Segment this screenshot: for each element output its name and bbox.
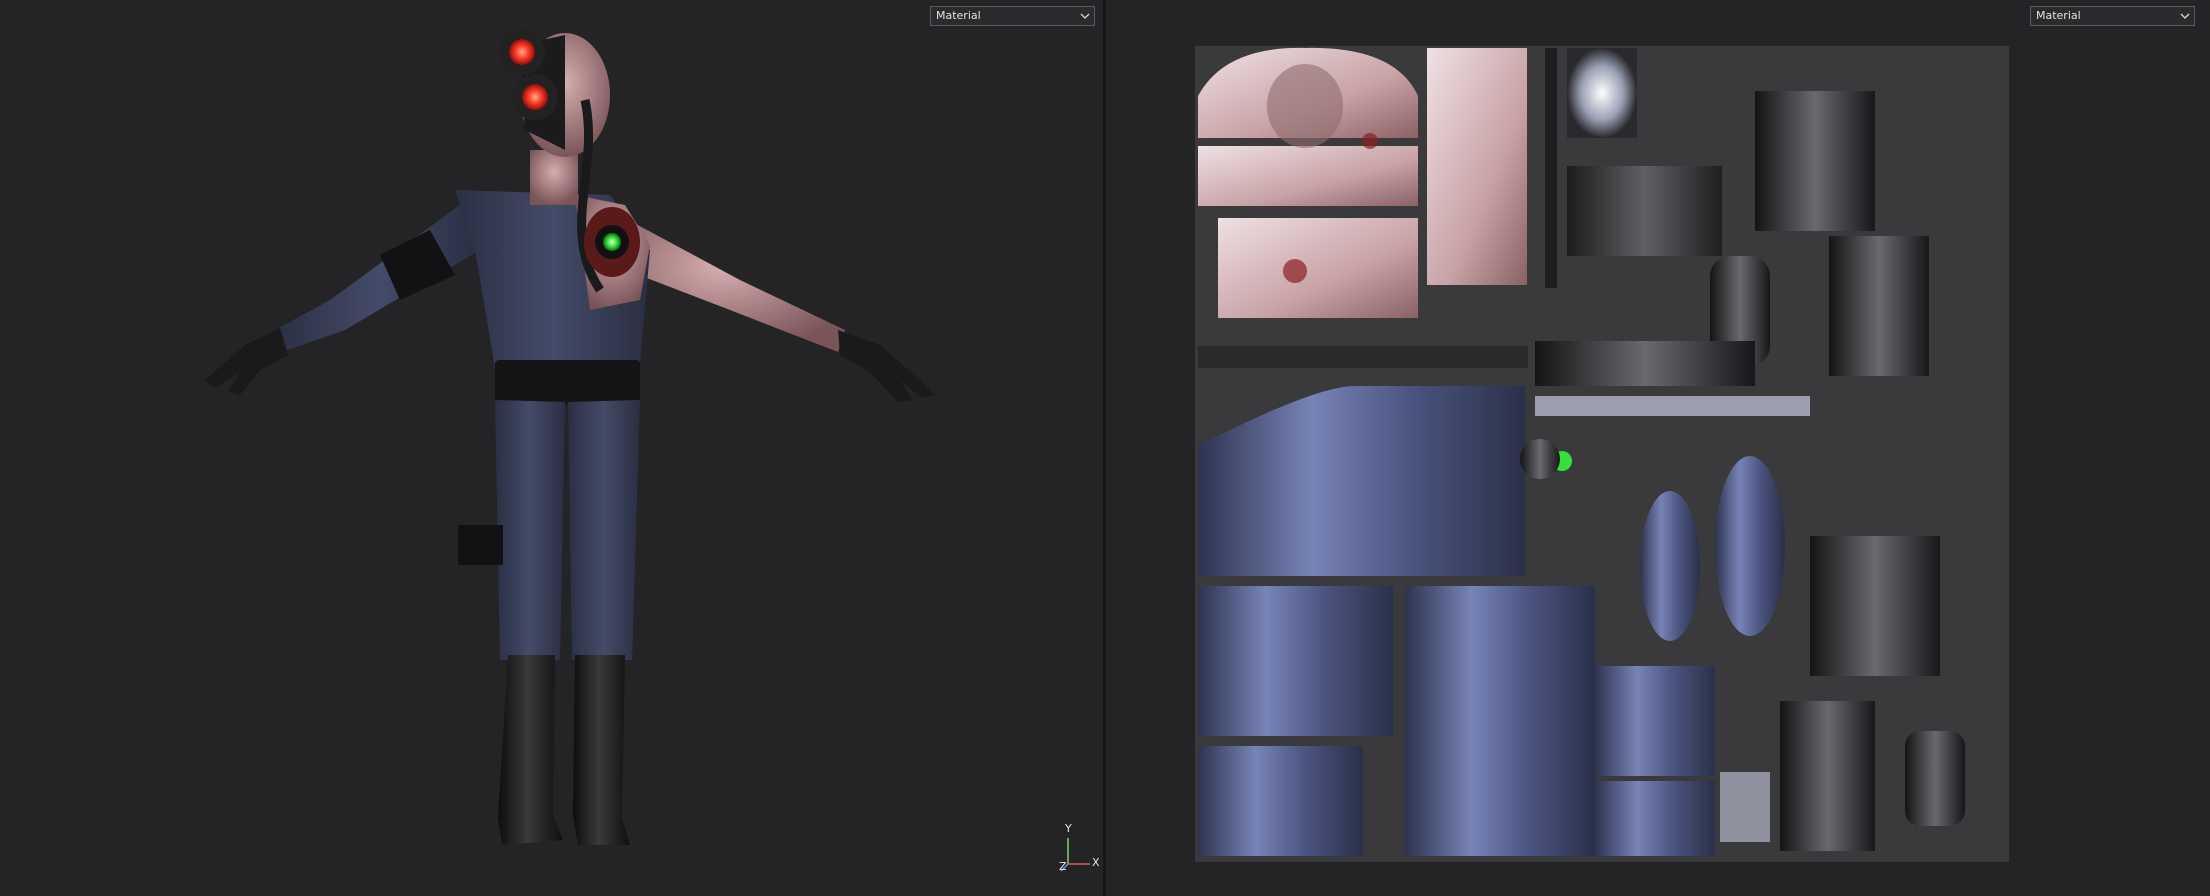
dropdown-value: Material	[2036, 9, 2081, 22]
shading-mode-dropdown[interactable]: Material	[2030, 6, 2195, 26]
axis-gizmo-icon: Y X Z	[1058, 822, 1103, 874]
axis-x-label: X	[1092, 856, 1100, 869]
axis-z-label: Z	[1059, 860, 1067, 873]
viewport-3d[interactable]: Material Y X Z	[0, 0, 1103, 896]
axis-y-label: Y	[1065, 822, 1072, 835]
chevron-down-icon	[2180, 13, 2190, 19]
character-model[interactable]	[0, 0, 1103, 896]
viewport-uv[interactable]: Material	[1106, 0, 2210, 896]
texture-atlas[interactable]	[1195, 46, 2009, 862]
